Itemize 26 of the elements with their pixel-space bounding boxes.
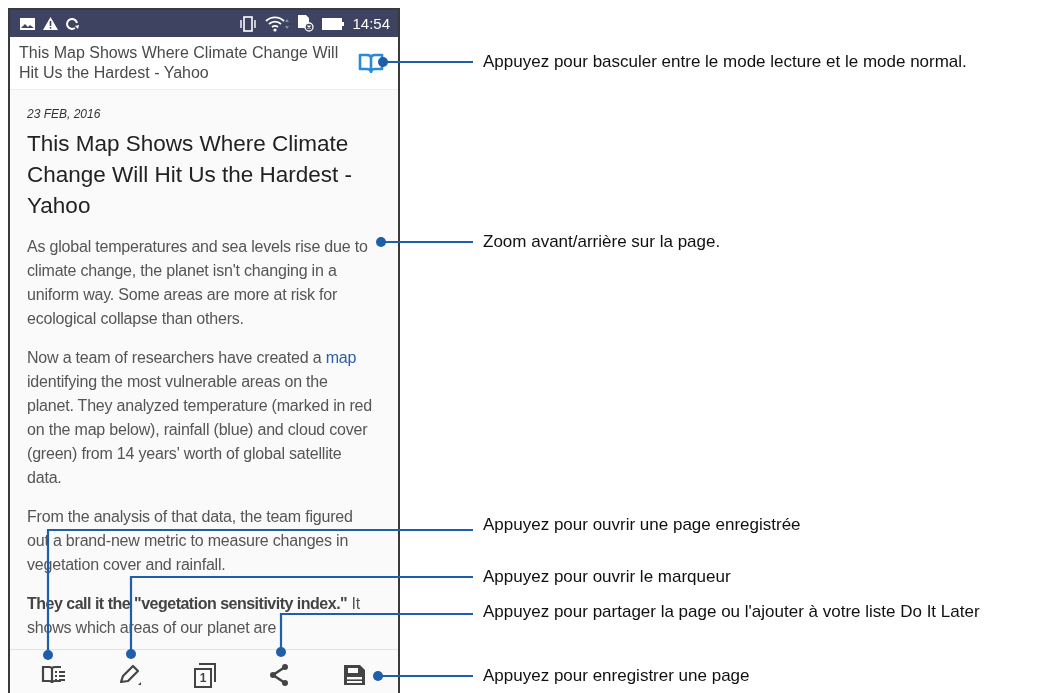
- paragraph: Now a team of researchers have created a map identifying the most vulnerable areas on the planet. They analyzed temperature (marked in red on the map below), rainfall (blue) and cloud cover (green) from 14 years' worth of global satellite data.: [27, 348, 373, 488]
- callout-text: Appuyez pour ouvrir le marqueur: [483, 566, 731, 588]
- callout-text: Zoom avant/arrière sur la page.: [483, 231, 721, 253]
- map-link[interactable]: map: [325, 349, 357, 366]
- status-time: 14:54: [352, 15, 390, 32]
- warning-icon: [43, 17, 58, 30]
- reading-list-icon: [41, 664, 67, 686]
- sync-icon: [66, 16, 80, 31]
- pencil-icon: [117, 662, 143, 688]
- callout-text: Appuyez pour partager la page ou l'ajouter à votre liste Do It Later: [483, 601, 980, 623]
- paragraph: As global temperatures and sea levels rise due to climate change, the planet isn't changing in a uniform way. Some areas are more at risk for ecological collapse than others.: [27, 237, 369, 329]
- article-date: 23 FEB, 2016: [27, 107, 101, 121]
- open-book-icon: [358, 53, 384, 73]
- reader-mode-button[interactable]: [356, 51, 386, 75]
- callout-text: Appuyez pour enregistrer une page: [483, 665, 750, 687]
- share-icon: [267, 663, 291, 687]
- battery-icon: [322, 17, 345, 30]
- callout-text: Appuyez pour ouvrir une page enregistrée: [483, 514, 801, 536]
- image-icon: [20, 17, 35, 30]
- wifi-icon: [265, 15, 290, 32]
- tabs-button[interactable]: 1: [191, 661, 219, 689]
- article-title: This Map Shows Where Climate Change Will Hit Us the Hardest - Yahoo: [27, 130, 354, 220]
- callout-text: Appuyez pour basculer entre le mode lecture et le mode normal.: [483, 51, 967, 73]
- page-title: This Map Shows Where Climate Change Will Hit Us the Hardest - Yahoo: [19, 43, 340, 83]
- sd-card-icon: [297, 15, 315, 32]
- vibrate-icon: [239, 15, 258, 32]
